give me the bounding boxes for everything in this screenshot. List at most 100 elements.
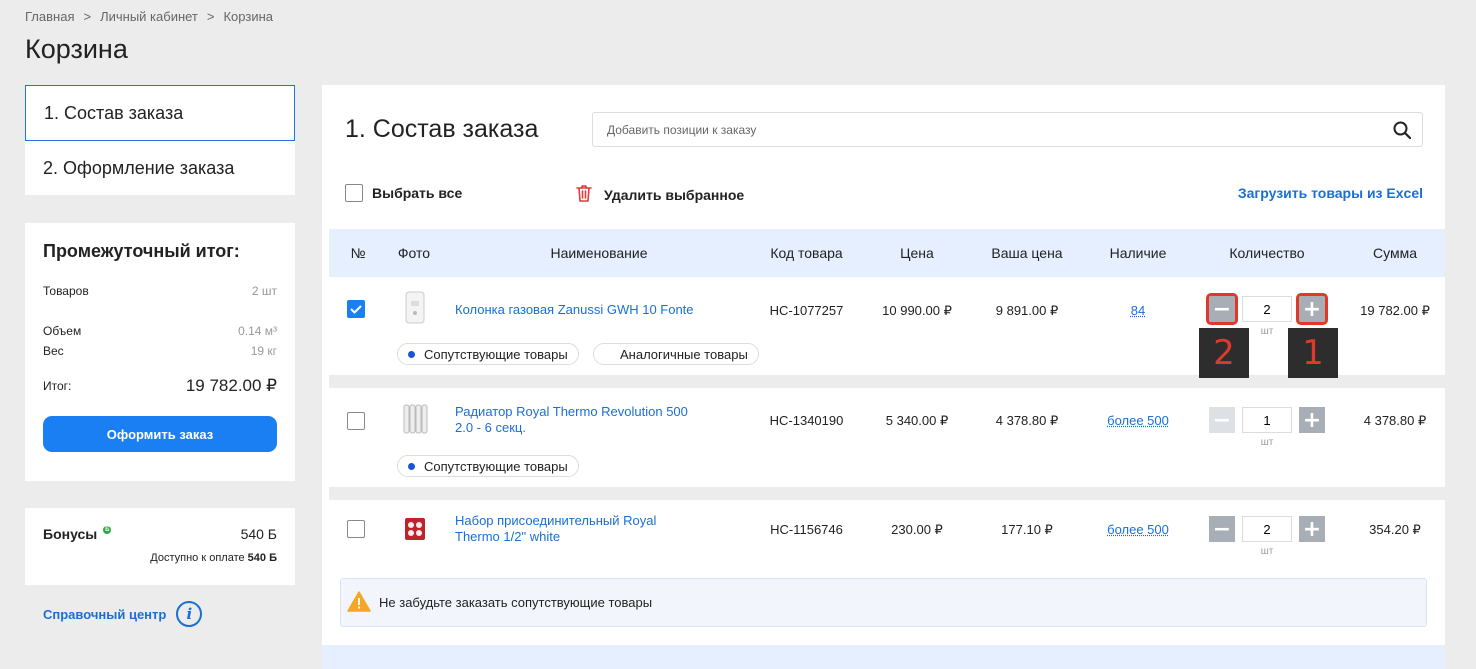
breadcrumb-cart: Корзина — [223, 9, 274, 24]
product-your-price: 177.10 ₽ — [1001, 522, 1053, 537]
col-code: Код товара — [770, 245, 843, 261]
row-sum: 354.20 ₽ — [1369, 522, 1421, 537]
delete-selected-label[interactable]: Удалить выбранное — [604, 187, 744, 203]
callout-label: 1 — [1288, 328, 1338, 378]
row-sum: 4 378.80 ₽ — [1363, 413, 1427, 428]
subtotal-title: Промежуточный итог: — [43, 241, 240, 261]
table-row: Колонка газовая Zanussi GWH 10 Fonte НС-… — [329, 277, 1445, 375]
items-label: Товаров — [43, 284, 89, 298]
quantity-unit: шт — [1260, 437, 1274, 448]
bullet-icon — [408, 350, 415, 358]
callout-label: 2 — [1199, 328, 1249, 378]
select-all-label[interactable]: Выбрать все — [372, 185, 462, 201]
place-order-button[interactable]: Оформить заказ — [43, 416, 277, 452]
increase-button[interactable]: + — [1296, 293, 1328, 325]
total-value: 19 782.00 ₽ — [185, 376, 277, 395]
panel-footer — [322, 645, 1445, 669]
subtotal-panel: Промежуточный итог: Товаров 2 шт Объем 0… — [25, 223, 295, 481]
quantity-input[interactable] — [1242, 516, 1292, 542]
row-checkbox[interactable] — [347, 300, 365, 318]
quantity-unit: шт — [1260, 546, 1274, 557]
decrease-button[interactable]: − — [1209, 516, 1235, 542]
product-code: НС-1340190 — [769, 413, 844, 428]
section-title: 1. Состав заказа — [345, 115, 539, 143]
product-name-link[interactable]: Радиатор Royal Thermo Revolution 500 2.0… — [455, 404, 695, 436]
col-name: Наименование — [550, 245, 648, 261]
quantity-stepper: − + шт — [1206, 293, 1328, 337]
col-quantity: Количество — [1229, 245, 1305, 261]
add-items-search — [592, 112, 1423, 147]
bonus-available: Доступно к оплате 540 Б — [150, 552, 277, 564]
breadcrumb: Главная > Личный кабинет > Корзина — [25, 9, 274, 24]
product-name-link[interactable]: Набор присоединительный Royal Thermo 1/2… — [455, 513, 695, 545]
similar-products-tag[interactable]: Аналогичные товары — [593, 343, 759, 365]
col-number: № — [350, 245, 366, 261]
quantity-unit: шт — [1260, 326, 1274, 337]
quantity-stepper: − + шт — [1209, 407, 1325, 448]
bonus-panel: Бонусы Б 540 Б Доступно к оплате 540 Б — [25, 508, 295, 585]
quantity-input[interactable] — [1242, 407, 1292, 433]
availability-link[interactable]: 84 — [1093, 303, 1183, 318]
cart-main-panel: 1. Состав заказа Выбрать все Удалить выб… — [322, 85, 1445, 669]
col-your-price: Ваша цена — [991, 245, 1063, 261]
availability-link[interactable]: более 500 — [1093, 413, 1183, 428]
product-your-price: 4 378.80 ₽ — [995, 413, 1059, 428]
increase-button[interactable]: + — [1299, 407, 1325, 433]
items-value: 2 шт — [251, 284, 277, 298]
order-steps: 1. Состав заказа 2. Оформление заказа — [25, 85, 295, 195]
col-photo: Фото — [397, 245, 431, 261]
related-products-tag[interactable]: Сопутствующие товары — [397, 343, 579, 365]
help-center-link[interactable]: Справочный центр i — [43, 601, 203, 627]
step-composition[interactable]: 1. Состав заказа — [25, 85, 295, 141]
breadcrumb-home[interactable]: Главная — [25, 9, 74, 24]
weight-value: 19 кг — [250, 344, 277, 358]
select-all[interactable]: Выбрать все — [345, 184, 462, 202]
weight-label: Вес — [43, 344, 64, 358]
trash-icon[interactable] — [576, 184, 592, 206]
product-thumbnail[interactable] — [402, 402, 428, 436]
excel-upload-link[interactable]: Загрузить товары из Excel — [1238, 185, 1423, 201]
search-input[interactable] — [607, 122, 1382, 137]
availability-link[interactable]: более 500 — [1093, 522, 1183, 537]
warning-icon — [347, 590, 371, 615]
product-code: НС-1077257 — [769, 303, 844, 318]
product-name-link[interactable]: Колонка газовая Zanussi GWH 10 Fonte — [455, 302, 695, 318]
page-title: Корзина — [25, 34, 128, 64]
help-center-label[interactable]: Справочный центр — [43, 607, 166, 622]
col-price: Цена — [900, 245, 934, 261]
decrease-button[interactable]: − — [1209, 407, 1235, 433]
bonus-available-value: 540 Б — [247, 552, 277, 564]
product-thumbnail[interactable] — [402, 291, 428, 325]
volume-row: Объем 0.14 м³ — [43, 324, 277, 338]
total-label: Итог: — [43, 379, 72, 393]
select-all-checkbox[interactable] — [345, 184, 363, 202]
delete-selected[interactable]: Удалить выбранное — [576, 184, 744, 206]
increase-button[interactable]: + — [1299, 516, 1325, 542]
row-sum: 19 782.00 ₽ — [1360, 303, 1430, 318]
row-checkbox[interactable] — [347, 412, 365, 430]
bullet-icon — [408, 462, 415, 470]
product-price: 10 990.00 ₽ — [882, 303, 952, 318]
decrease-button[interactable]: − — [1206, 293, 1238, 325]
col-availability: Наличие — [1109, 245, 1167, 261]
related-products-notice: Не забудьте заказать сопутствующие товар… — [340, 578, 1427, 627]
step-checkout[interactable]: 2. Оформление заказа — [25, 141, 295, 195]
info-icon[interactable]: i — [176, 601, 203, 627]
bonus-label: Бонусы — [43, 526, 98, 542]
weight-row: Вес 19 кг — [43, 344, 277, 358]
table-header: № Фото Наименование Код товара Цена Ваша… — [329, 229, 1445, 277]
related-products-tag[interactable]: Сопутствующие товары — [397, 455, 579, 477]
row-checkbox[interactable] — [347, 520, 365, 538]
volume-label: Объем — [43, 324, 82, 338]
product-code: НС-1156746 — [770, 522, 843, 537]
items-count-row: Товаров 2 шт — [43, 284, 277, 298]
bonus-value: 540 Б — [240, 526, 277, 542]
product-thumbnail[interactable] — [402, 514, 428, 548]
quantity-stepper: − + шт — [1209, 516, 1325, 557]
quantity-input[interactable] — [1242, 296, 1292, 322]
volume-value: 0.14 м³ — [238, 324, 277, 338]
search-icon[interactable] — [1382, 121, 1422, 139]
breadcrumb-account[interactable]: Личный кабинет — [100, 9, 198, 24]
product-price: 230.00 ₽ — [891, 522, 943, 537]
notice-text: Не забудьте заказать сопутствующие товар… — [379, 595, 653, 610]
